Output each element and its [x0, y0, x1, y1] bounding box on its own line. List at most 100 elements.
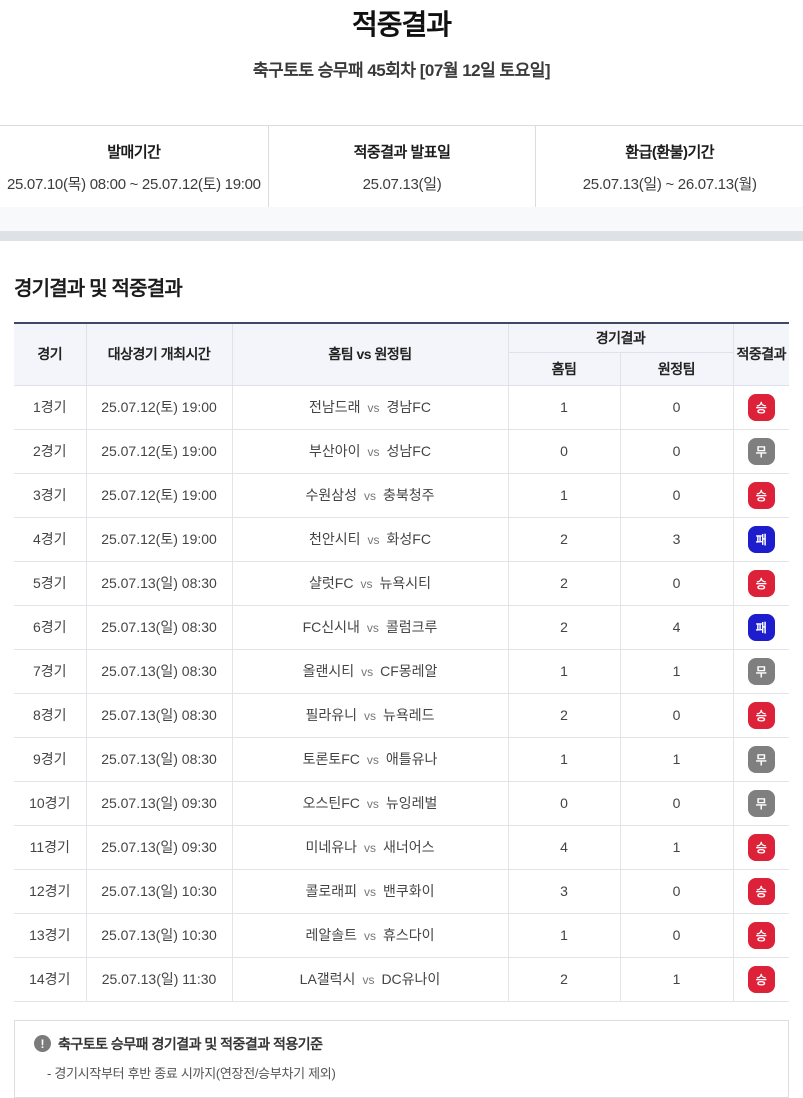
away-team-name: 애틀유나 — [385, 751, 438, 767]
home-score-cell: 1 — [507, 472, 621, 518]
info-value: 25.07.13(일) — [362, 176, 442, 193]
match-number-cell: 10경기 — [14, 780, 87, 826]
away-score-cell: 0 — [619, 780, 734, 826]
vs-label: vs — [367, 401, 380, 415]
home-team-name: LA갤럭시 — [299, 971, 356, 987]
teams-cell: FC신시내 vs 콜럼크루 — [231, 604, 509, 650]
vs-label: vs — [366, 797, 379, 811]
away-team-name: 충북청주 — [383, 487, 435, 503]
teams-cell: 부산아이 vs 성남FC — [231, 428, 509, 474]
round-subtitle: 축구토토 승무패 45회차 [07월 12일 토요일] — [252, 61, 551, 80]
exclamation-circle-icon: ! — [34, 1035, 51, 1052]
hit-result-cell: 무 — [732, 780, 789, 826]
vs-label: vs — [364, 489, 376, 503]
home-score-cell: 1 — [507, 912, 621, 958]
result-badge: 패 — [747, 525, 775, 553]
info-label: 적중결과 발표일 — [353, 144, 451, 161]
home-score-cell: 1 — [507, 648, 621, 694]
teams-cell: 토론토FC vs 애틀유나 — [231, 736, 509, 782]
match-number-cell: 1경기 — [14, 384, 87, 430]
table-row: 8경기 25.07.13(일) 08:30 필라유니 vs 뉴욕레드 2 0 승 — [14, 692, 789, 738]
away-score-cell: 0 — [619, 868, 734, 914]
teams-cell: LA갤럭시 vs DC유나이 — [231, 956, 509, 1002]
result-badge: 무 — [747, 789, 775, 817]
info-value: 25.07.10(목) 08:00 ~ 25.07.12(토) 19:00 — [6, 176, 261, 193]
result-badge: 승 — [747, 965, 775, 993]
match-number-cell: 6경기 — [14, 604, 87, 650]
away-score-cell: 1 — [619, 824, 734, 870]
vs-label: vs — [367, 445, 380, 459]
vs-label: vs — [362, 973, 375, 987]
result-badge: 승 — [747, 569, 775, 597]
away-score-cell: 1 — [619, 648, 734, 694]
vs-label: vs — [361, 665, 374, 679]
home-team-name: 수원삼성 — [305, 487, 357, 503]
hit-result-cell: 승 — [732, 868, 789, 914]
match-number-cell: 8경기 — [14, 692, 87, 738]
vs-label: vs — [366, 753, 379, 767]
away-score-cell: 0 — [619, 912, 734, 958]
table-row: 5경기 25.07.13(일) 08:30 샬럿FC vs 뉴욕시티 2 0 승 — [14, 560, 789, 606]
match-datetime-cell: 25.07.13(일) 08:30 — [85, 560, 233, 606]
away-team-name: 성남FC — [386, 443, 431, 459]
section-divider-dark — [0, 231, 803, 241]
match-number-cell: 5경기 — [14, 560, 87, 606]
info-label: 발매기간 — [107, 144, 161, 161]
col-header-match: 경기 — [14, 322, 87, 386]
match-number-cell: 12경기 — [14, 868, 87, 914]
home-score-cell: 1 — [507, 384, 621, 430]
away-score-cell: 0 — [619, 560, 734, 606]
match-number-cell: 11경기 — [14, 824, 87, 870]
hit-result-cell: 무 — [732, 428, 789, 474]
table-row: 9경기 25.07.13(일) 08:30 토론토FC vs 애틀유나 1 1 무 — [14, 736, 789, 782]
home-team-name: 토론토FC — [302, 751, 360, 767]
note-title-line: ! 축구토토 승무패 경기결과 및 적중결과 적용기준 — [34, 1034, 769, 1054]
info-sale-period: 발매기간 25.07.10(목) 08:00 ~ 25.07.12(토) 19:… — [0, 126, 268, 207]
result-badge: 승 — [747, 701, 775, 729]
away-team-name: 새너어스 — [383, 839, 435, 855]
match-number-cell: 9경기 — [14, 736, 87, 782]
result-badge: 무 — [747, 437, 775, 465]
away-score-cell: 0 — [619, 692, 734, 738]
note-title: 축구토토 승무패 경기결과 및 적중결과 적용기준 — [58, 1035, 323, 1052]
info-value: 25.07.13(일) ~ 26.07.13(월) — [582, 176, 757, 193]
vs-label: vs — [364, 929, 376, 943]
home-team-name: 레알솔트 — [305, 927, 357, 943]
home-score-cell: 2 — [507, 516, 621, 562]
home-team-name: FC신시내 — [302, 619, 360, 635]
col-header-match-result: 경기결과 — [507, 322, 734, 353]
home-team-name: 전남드래 — [309, 399, 361, 415]
table-row: 3경기 25.07.12(토) 19:00 수원삼성 vs 충북청주 1 0 승 — [14, 472, 789, 518]
away-team-name: 뉴욕시티 — [379, 575, 431, 591]
result-badge: 승 — [747, 877, 775, 905]
match-datetime-cell: 25.07.12(토) 19:00 — [85, 428, 233, 474]
home-team-name: 올랜시티 — [302, 663, 355, 679]
hit-result-cell: 승 — [732, 956, 789, 1002]
teams-cell: 필라유니 vs 뉴욕레드 — [231, 692, 509, 738]
hit-result-cell: 승 — [732, 912, 789, 958]
away-team-name: 휴스다이 — [383, 927, 435, 943]
criteria-note-box: ! 축구토토 승무패 경기결과 및 적중결과 적용기준 - 경기시작부터 후반 … — [14, 1019, 789, 1098]
teams-cell: 미네유나 vs 새너어스 — [231, 824, 509, 870]
home-score-cell: 0 — [507, 428, 621, 474]
teams-cell: 전남드래 vs 경남FC — [231, 384, 509, 430]
result-badge: 패 — [747, 613, 775, 641]
away-team-name: CF몽레알 — [380, 663, 438, 679]
away-team-name: 경남FC — [386, 399, 431, 415]
away-score-cell: 0 — [619, 428, 734, 474]
match-number-cell: 7경기 — [14, 648, 87, 694]
home-score-cell: 2 — [507, 692, 621, 738]
teams-cell: 샬럿FC vs 뉴욕시티 — [231, 560, 509, 606]
away-team-name: 뉴잉레벌 — [385, 795, 438, 811]
away-team-name: DC유나이 — [381, 971, 441, 987]
match-datetime-cell: 25.07.13(일) 08:30 — [85, 648, 233, 694]
vs-label: vs — [366, 621, 379, 635]
vs-label: vs — [360, 577, 373, 591]
section-divider-light — [0, 207, 803, 231]
vs-label: vs — [364, 709, 376, 723]
away-score-cell: 1 — [619, 956, 734, 1002]
note-detail-line: - 경기시작부터 후반 종료 시까지(연장전/승부차기 제외) — [47, 1065, 336, 1081]
table-row: 10경기 25.07.13(일) 09:30 오스틴FC vs 뉴잉레벌 0 0 무 — [14, 780, 789, 826]
main-content: 경기결과 및 적중결과 경기 대상경기 개최시간 홈팀 vs 원정팀 경기결과 … — [0, 272, 803, 1002]
match-datetime-cell: 25.07.13(일) 10:30 — [85, 912, 233, 958]
